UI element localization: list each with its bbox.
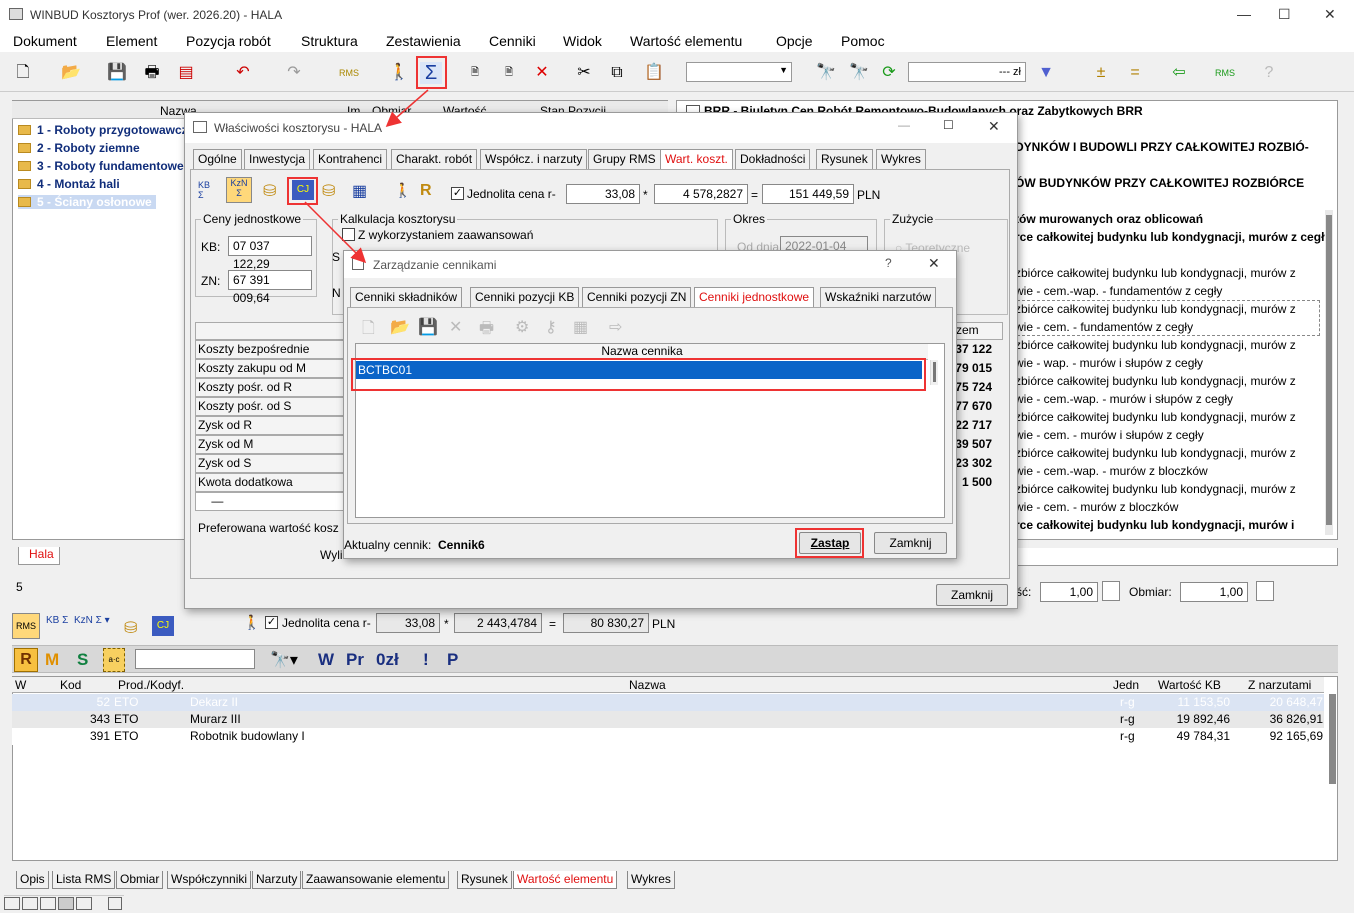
- arrow-cj-to-cenniki: [304, 201, 367, 264]
- annotation-arrows: [304, 89, 429, 264]
- arrow-sigma-to-dialog: [385, 89, 429, 127]
